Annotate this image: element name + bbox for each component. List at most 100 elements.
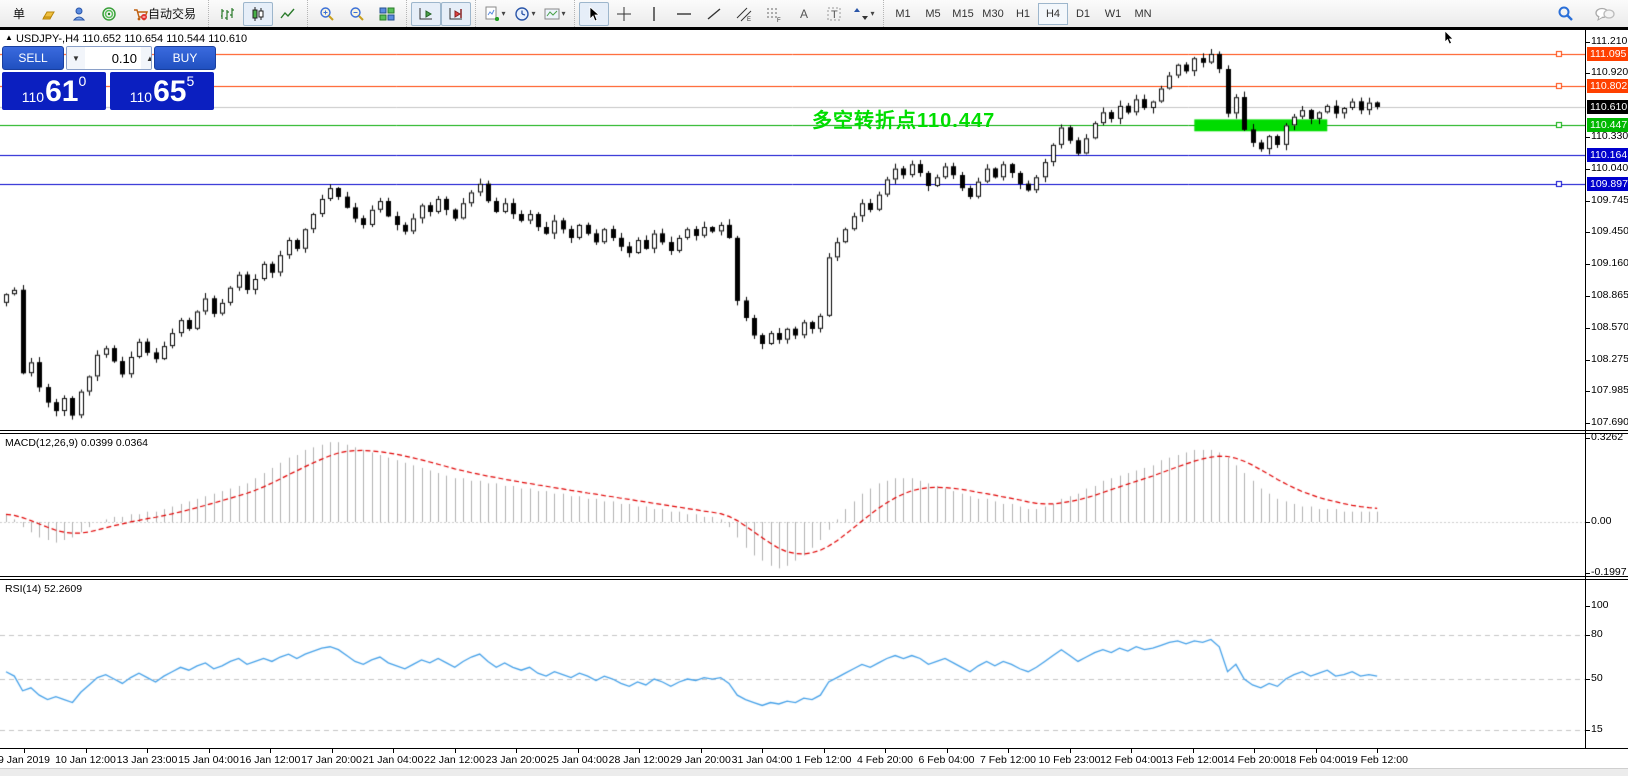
time-axis-label: 10 Jan 12:00	[55, 754, 116, 766]
text-button[interactable]: A	[789, 2, 819, 26]
bar-chart-button[interactable]	[213, 2, 243, 26]
price-tick-label: 109.160	[1591, 257, 1628, 269]
time-axis-label: 28 Jan 12:00	[609, 754, 670, 766]
price-tick-label: 110.330	[1591, 130, 1628, 142]
signals-button[interactable]	[94, 2, 124, 26]
text-label-button[interactable]: T	[819, 2, 849, 26]
time-axis-label: 13 Jan 23:00	[117, 754, 178, 766]
volume-increase-button[interactable]: ▲	[141, 47, 152, 69]
time-axis-label: 4 Feb 20:00	[857, 754, 913, 766]
time-axis-label: 13 Feb 12:00	[1162, 754, 1224, 766]
svg-text:F: F	[777, 18, 781, 22]
volume-decrease-button[interactable]: ▼	[67, 47, 85, 69]
toolbar-group-standard: 单 自动交易	[0, 0, 208, 27]
toolbar-group-scroll	[406, 0, 475, 27]
time-axis-label: 14 Feb 20:00	[1223, 754, 1285, 766]
tile-windows-button[interactable]	[372, 2, 402, 26]
indicators-button[interactable]: ▾	[480, 2, 510, 26]
volume-input[interactable]	[85, 47, 141, 69]
axis-tick	[1586, 296, 1590, 297]
buy-price-figure: 110	[130, 87, 152, 107]
time-axis-tick	[24, 749, 25, 753]
one-click-trading-panel: SELL ▼ ▲ BUY 110 61 0 110 65 5	[2, 46, 216, 110]
template-button[interactable]: ▾	[540, 2, 570, 26]
rsi-indicator-canvas[interactable]	[0, 580, 1585, 748]
time-axis-tick	[1070, 749, 1071, 753]
accounts-button[interactable]	[64, 2, 94, 26]
sell-price-display[interactable]: 110 61 0	[2, 72, 106, 110]
time-axis-tick	[455, 749, 456, 753]
rsi-label: RSI(14) 52.2609	[5, 583, 82, 595]
template-dropdown-caret: ▾	[561, 9, 565, 18]
timeframe-button-m15[interactable]: M15	[948, 3, 978, 25]
zoom-out-button[interactable]	[342, 2, 372, 26]
zoom-out-icon	[349, 6, 365, 22]
chat-bubbles-icon	[1595, 6, 1615, 22]
svg-text:T: T	[831, 9, 838, 21]
svg-text:E: E	[747, 17, 751, 22]
sell-price-figure: 110	[22, 87, 44, 107]
timeframe-button-m30[interactable]: M30	[978, 3, 1008, 25]
crosshair-button[interactable]	[609, 2, 639, 26]
market-depth-button[interactable]	[34, 2, 64, 26]
time-axis-tick	[516, 749, 517, 753]
timeframe-button-mn[interactable]: MN	[1128, 3, 1158, 25]
sell-price-point: 0	[78, 74, 86, 88]
axis-tick	[1586, 42, 1590, 43]
price-chart-canvas[interactable]	[0, 30, 1585, 430]
timeframe-button-h1[interactable]: H1	[1008, 3, 1038, 25]
rsi-tick-label: 15	[1591, 723, 1603, 735]
level-price-badge: 111.095	[1587, 47, 1628, 61]
new-order-button[interactable]: 单	[4, 2, 34, 26]
price-tick-label: 108.865	[1591, 289, 1628, 301]
search-button[interactable]	[1550, 2, 1580, 26]
macd-indicator-canvas[interactable]	[0, 434, 1585, 576]
trader-person-icon	[71, 6, 87, 22]
indicators-plus-icon	[484, 6, 500, 22]
channel-button[interactable]: E	[729, 2, 759, 26]
auto-scroll-icon	[418, 6, 434, 22]
symbol-period-label: USDJPY-,H4	[16, 33, 79, 45]
chart-shift-button[interactable]	[441, 2, 471, 26]
zoom-in-button[interactable]	[312, 2, 342, 26]
timeframe-dropdown-button[interactable]: ▾	[510, 2, 540, 26]
buy-price-pips: 65	[153, 77, 186, 107]
timeframe-button-d1[interactable]: D1	[1068, 3, 1098, 25]
trendline-button[interactable]	[699, 2, 729, 26]
timeframe-button-m1[interactable]: M1	[888, 3, 918, 25]
buy-price-display[interactable]: 110 65 5	[110, 72, 214, 110]
auto-scroll-button[interactable]	[411, 2, 441, 26]
price-axis: 111.210110.920110.330110.040109.745109.4…	[1585, 30, 1628, 776]
axis-tick	[1586, 360, 1590, 361]
vertical-line-button[interactable]	[639, 2, 669, 26]
time-axis-label: 10 Feb 23:00	[1039, 754, 1101, 766]
cursor-button[interactable]	[579, 2, 609, 26]
axis-tick	[1586, 635, 1590, 636]
window-edge-strip	[0, 768, 1628, 776]
level-price-badge: 110.164	[1587, 148, 1628, 162]
axis-tick	[1586, 438, 1590, 439]
axis-tick	[1586, 264, 1590, 265]
timeframe-button-m5[interactable]: M5	[918, 3, 948, 25]
vertical-line-icon	[646, 6, 662, 22]
sell-button[interactable]: SELL	[2, 46, 64, 70]
candlestick-chart-button[interactable]	[243, 2, 273, 26]
signal-icon	[101, 6, 117, 22]
horizontal-line-button[interactable]	[669, 2, 699, 26]
buy-button[interactable]: BUY	[154, 46, 216, 70]
timeframe-button-w1[interactable]: W1	[1098, 3, 1128, 25]
fibonacci-button[interactable]: F	[759, 2, 789, 26]
time-axis-tick	[393, 749, 394, 753]
line-chart-button[interactable]	[273, 2, 303, 26]
level-price-badge: 110.802	[1587, 79, 1628, 93]
chat-button[interactable]	[1590, 2, 1620, 26]
arrows-button[interactable]: ▾	[849, 2, 879, 26]
auto-trading-button[interactable]: 自动交易	[124, 2, 204, 26]
timeframe-button-h4[interactable]: H4	[1038, 3, 1068, 25]
time-axis-label: 22 Jan 12:00	[424, 754, 485, 766]
gold-ingot-icon	[41, 6, 57, 22]
pivot-annotation-text: 多空转折点110.447	[812, 104, 995, 133]
axis-tick	[1586, 137, 1590, 138]
arrows-dropdown-caret: ▾	[870, 9, 874, 18]
horizontal-line-icon	[676, 6, 692, 22]
